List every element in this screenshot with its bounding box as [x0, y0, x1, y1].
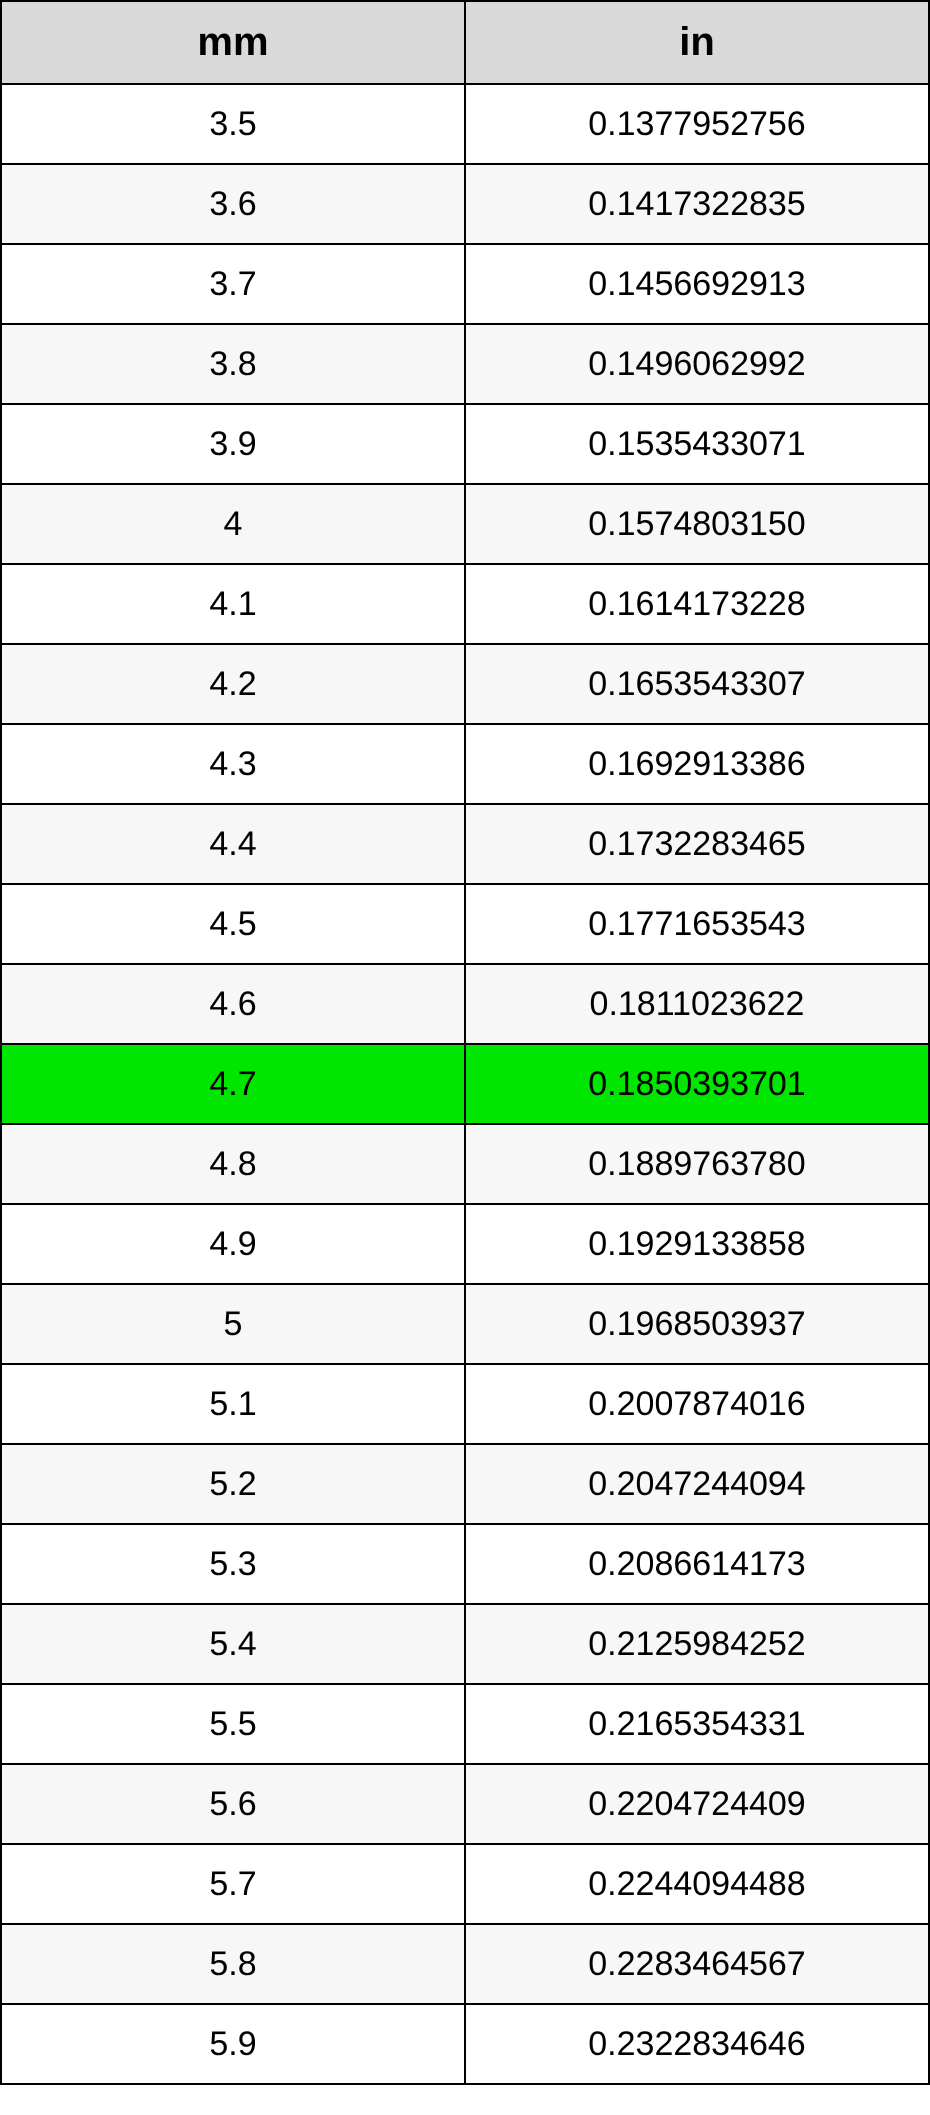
- table-row: 4.10.1614173228: [1, 564, 929, 644]
- cell-in: 0.1771653543: [465, 884, 929, 964]
- cell-in: 0.1496062992: [465, 324, 929, 404]
- cell-mm: 3.7: [1, 244, 465, 324]
- conversion-table: mm in 3.50.13779527563.60.14173228353.70…: [0, 0, 930, 2085]
- cell-mm: 4.7: [1, 1044, 465, 1124]
- table-row: 50.1968503937: [1, 1284, 929, 1364]
- cell-in: 0.1889763780: [465, 1124, 929, 1204]
- cell-in: 0.1850393701: [465, 1044, 929, 1124]
- cell-in: 0.1968503937: [465, 1284, 929, 1364]
- table-row: 5.30.2086614173: [1, 1524, 929, 1604]
- table-row: 5.50.2165354331: [1, 1684, 929, 1764]
- cell-in: 0.2283464567: [465, 1924, 929, 2004]
- cell-mm: 3.9: [1, 404, 465, 484]
- cell-in: 0.1574803150: [465, 484, 929, 564]
- table-row: 4.70.1850393701: [1, 1044, 929, 1124]
- cell-mm: 3.5: [1, 84, 465, 164]
- cell-mm: 4.6: [1, 964, 465, 1044]
- cell-mm: 5.2: [1, 1444, 465, 1524]
- cell-mm: 4.1: [1, 564, 465, 644]
- table-body: 3.50.13779527563.60.14173228353.70.14566…: [1, 84, 929, 2084]
- table-row: 4.20.1653543307: [1, 644, 929, 724]
- cell-mm: 5.5: [1, 1684, 465, 1764]
- cell-in: 0.1811023622: [465, 964, 929, 1044]
- table-row: 3.70.1456692913: [1, 244, 929, 324]
- cell-mm: 4.8: [1, 1124, 465, 1204]
- cell-in: 0.1653543307: [465, 644, 929, 724]
- cell-mm: 4.3: [1, 724, 465, 804]
- table-row: 3.50.1377952756: [1, 84, 929, 164]
- column-header-mm: mm: [1, 1, 465, 84]
- table-row: 4.80.1889763780: [1, 1124, 929, 1204]
- cell-mm: 4.4: [1, 804, 465, 884]
- cell-in: 0.2165354331: [465, 1684, 929, 1764]
- table-row: 3.80.1496062992: [1, 324, 929, 404]
- table-row: 5.90.2322834646: [1, 2004, 929, 2084]
- cell-in: 0.1377952756: [465, 84, 929, 164]
- cell-in: 0.1732283465: [465, 804, 929, 884]
- cell-in: 0.1614173228: [465, 564, 929, 644]
- cell-mm: 5.6: [1, 1764, 465, 1844]
- cell-in: 0.1535433071: [465, 404, 929, 484]
- table-row: 4.40.1732283465: [1, 804, 929, 884]
- cell-in: 0.2007874016: [465, 1364, 929, 1444]
- cell-in: 0.2322834646: [465, 2004, 929, 2084]
- cell-mm: 5.8: [1, 1924, 465, 2004]
- cell-mm: 5.4: [1, 1604, 465, 1684]
- table-row: 4.50.1771653543: [1, 884, 929, 964]
- table-row: 5.60.2204724409: [1, 1764, 929, 1844]
- table-header-row: mm in: [1, 1, 929, 84]
- cell-in: 0.1456692913: [465, 244, 929, 324]
- cell-mm: 3.8: [1, 324, 465, 404]
- table-row: 5.10.2007874016: [1, 1364, 929, 1444]
- cell-mm: 4: [1, 484, 465, 564]
- table-row: 3.90.1535433071: [1, 404, 929, 484]
- cell-in: 0.1692913386: [465, 724, 929, 804]
- column-header-in: in: [465, 1, 929, 84]
- table-row: 5.20.2047244094: [1, 1444, 929, 1524]
- cell-mm: 5: [1, 1284, 465, 1364]
- table-row: 4.30.1692913386: [1, 724, 929, 804]
- table-row: 4.90.1929133858: [1, 1204, 929, 1284]
- cell-mm: 5.9: [1, 2004, 465, 2084]
- cell-mm: 4.9: [1, 1204, 465, 1284]
- table-row: 5.80.2283464567: [1, 1924, 929, 2004]
- table-row: 3.60.1417322835: [1, 164, 929, 244]
- cell-mm: 4.2: [1, 644, 465, 724]
- cell-in: 0.2244094488: [465, 1844, 929, 1924]
- cell-in: 0.2047244094: [465, 1444, 929, 1524]
- cell-in: 0.2125984252: [465, 1604, 929, 1684]
- table-row: 5.70.2244094488: [1, 1844, 929, 1924]
- cell-mm: 5.7: [1, 1844, 465, 1924]
- table-row: 5.40.2125984252: [1, 1604, 929, 1684]
- cell-mm: 3.6: [1, 164, 465, 244]
- cell-in: 0.1417322835: [465, 164, 929, 244]
- cell-mm: 5.1: [1, 1364, 465, 1444]
- cell-mm: 4.5: [1, 884, 465, 964]
- cell-mm: 5.3: [1, 1524, 465, 1604]
- table-row: 40.1574803150: [1, 484, 929, 564]
- table-row: 4.60.1811023622: [1, 964, 929, 1044]
- cell-in: 0.2204724409: [465, 1764, 929, 1844]
- cell-in: 0.1929133858: [465, 1204, 929, 1284]
- cell-in: 0.2086614173: [465, 1524, 929, 1604]
